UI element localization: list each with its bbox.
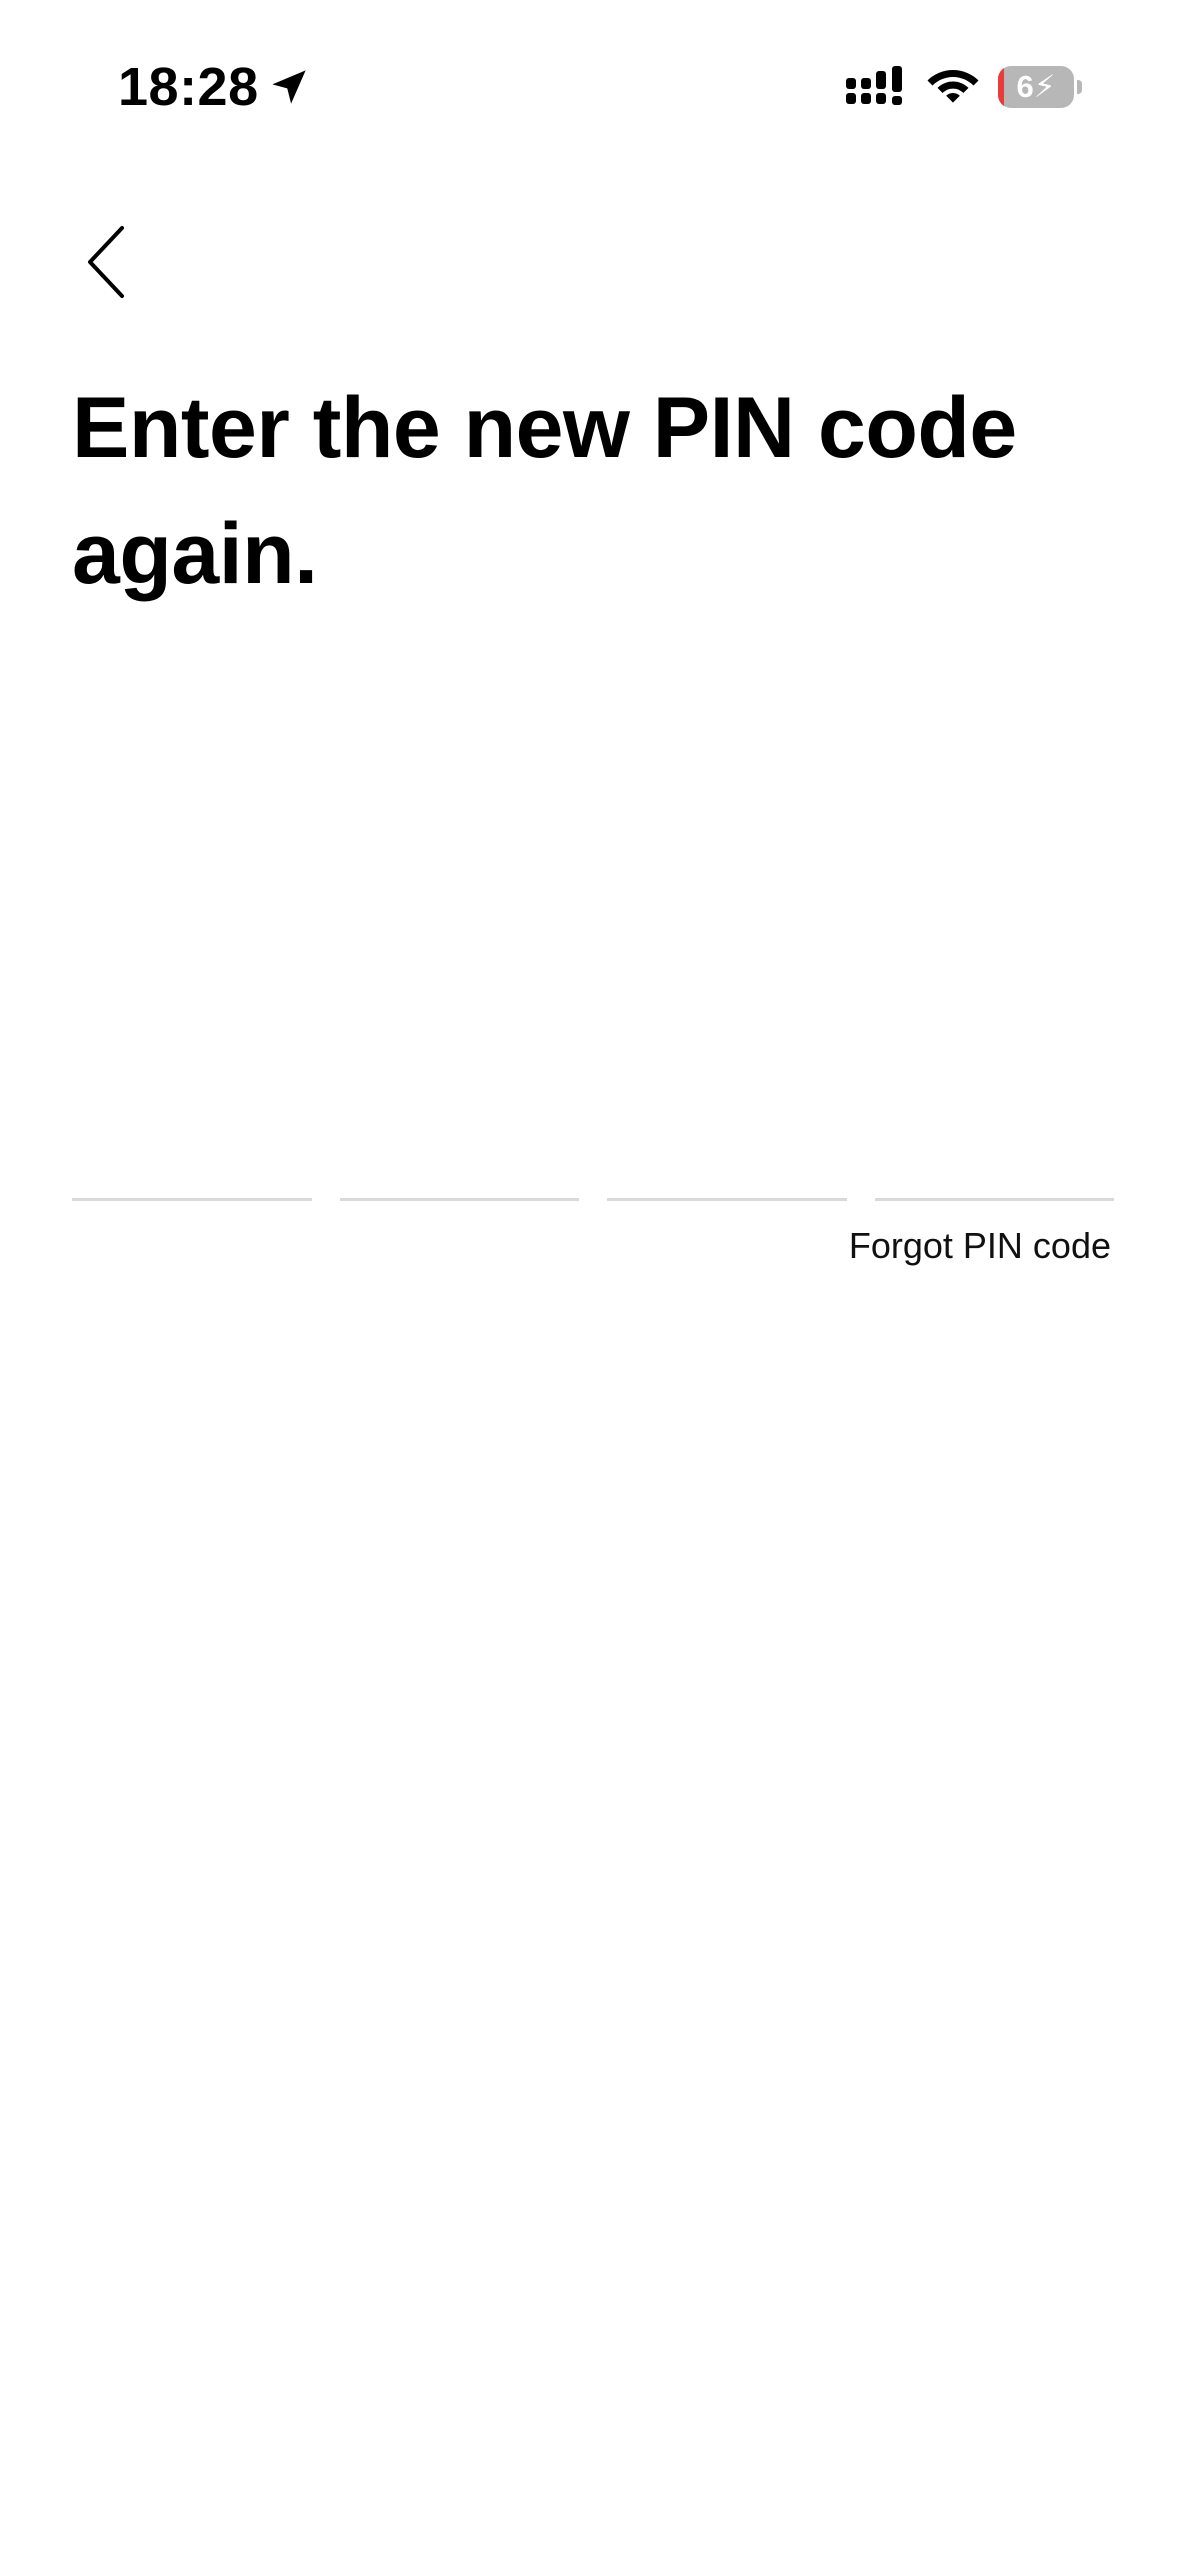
back-button[interactable] bbox=[70, 218, 150, 308]
charging-bolt-icon: ⚡ bbox=[1033, 69, 1056, 104]
battery-body: 6⚡ bbox=[998, 66, 1074, 108]
battery-icon: 6⚡ bbox=[998, 66, 1082, 108]
pin-digit-slot-4[interactable] bbox=[874, 1150, 1114, 1201]
status-bar: 18:28 6⚡ bbox=[0, 0, 1179, 150]
forgot-pin-link[interactable]: Forgot PIN code bbox=[849, 1222, 1111, 1270]
battery-level: 6⚡ bbox=[998, 66, 1074, 108]
wifi-icon bbox=[927, 70, 979, 103]
chevron-left-icon bbox=[88, 226, 124, 298]
pin-digit-slot-3[interactable] bbox=[607, 1150, 847, 1201]
pin-digit-slot-1[interactable] bbox=[72, 1150, 312, 1201]
pin-digit-slot-2[interactable] bbox=[339, 1150, 579, 1201]
pin-input[interactable] bbox=[72, 1150, 1114, 1201]
status-time: 18:28 bbox=[118, 57, 259, 117]
battery-tip bbox=[1077, 80, 1082, 94]
battery-level-text: 6 bbox=[1016, 69, 1034, 104]
location-arrow-icon bbox=[272, 70, 306, 104]
cellular-signal-icon bbox=[846, 66, 902, 105]
page-title: Enter the new PIN code again. bbox=[72, 380, 1017, 602]
